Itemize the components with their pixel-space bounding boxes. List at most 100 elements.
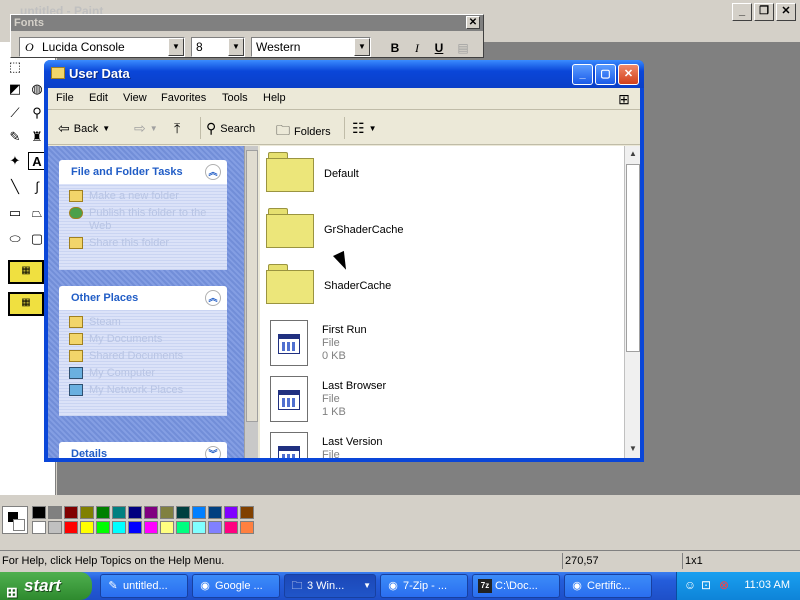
select-tool-icon[interactable]: ⬚	[6, 58, 24, 76]
close-button[interactable]: ✕	[618, 64, 639, 85]
color-swatch[interactable]	[240, 506, 254, 519]
color-swatch[interactable]	[128, 506, 142, 519]
maximize-button[interactable]: ▢	[595, 64, 616, 85]
menu-help[interactable]: Help	[263, 92, 286, 104]
menu-favorites[interactable]: Favorites	[161, 92, 206, 104]
list-item[interactable]: GrShaderCache	[266, 208, 404, 248]
list-item[interactable]: Last Version File	[266, 432, 383, 458]
list-item[interactable]: Default	[266, 152, 359, 192]
chevron-down-icon[interactable]: ▼	[168, 38, 184, 56]
scroll-down-icon[interactable]: ▼	[626, 442, 640, 456]
task-publish-folder[interactable]: Publish this folder to the Web	[69, 207, 217, 233]
color-swatch[interactable]	[32, 506, 46, 519]
views-button[interactable]: ☷ ▼	[352, 120, 376, 137]
task-pane-scroll-thumb[interactable]	[246, 150, 258, 422]
place-shared-documents[interactable]: Shared Documents	[69, 350, 217, 363]
minimize-button[interactable]: _	[572, 64, 593, 85]
task-make-folder[interactable]: Make a new folder	[69, 190, 217, 203]
menu-file[interactable]: File	[56, 92, 74, 104]
forward-button[interactable]: ⇨ ▼	[134, 120, 158, 137]
color-swatch[interactable]	[112, 506, 126, 519]
file-list-scroll-thumb[interactable]	[626, 164, 640, 352]
search-button[interactable]: ⚲ Search	[206, 120, 255, 137]
paint-close-button[interactable]: ✕	[776, 3, 796, 21]
expand-icon[interactable]: ︾	[205, 446, 221, 458]
color-swatch[interactable]	[192, 506, 206, 519]
color-swatch[interactable]	[80, 521, 94, 534]
place-my-documents[interactable]: My Documents	[69, 333, 217, 346]
taskbar-item-paint[interactable]: ✎ untitled...	[100, 574, 188, 598]
back-button[interactable]: ⇦ Back ▼	[58, 120, 110, 137]
color-swatch[interactable]	[208, 506, 222, 519]
color-swatch[interactable]	[48, 506, 62, 519]
taskbar-item-7zip-browser[interactable]: ◉ 7-Zip - ...	[380, 574, 468, 598]
color-swatch[interactable]	[128, 521, 142, 534]
color-swatch[interactable]	[224, 506, 238, 519]
list-item[interactable]: First Run File 0 KB	[266, 320, 367, 366]
menu-edit[interactable]: Edit	[89, 92, 108, 104]
font-name-select[interactable]: O Lucida Console ▼	[19, 37, 185, 57]
place-my-network[interactable]: My Network Places	[69, 384, 217, 397]
font-script-select[interactable]: Western ▼	[251, 37, 371, 57]
folders-button[interactable]: 🗀 Folders	[276, 120, 331, 144]
color-swatch[interactable]	[64, 506, 78, 519]
eyedropper-tool-icon[interactable]: ⟋	[6, 104, 24, 122]
chevron-down-icon[interactable]: ▼	[354, 38, 370, 56]
task-pane-scrollbar[interactable]	[244, 146, 258, 458]
up-folder-button[interactable]: ⤒	[174, 120, 180, 137]
menu-tools[interactable]: Tools	[222, 92, 248, 104]
tray-user-icon[interactable]: ☺	[683, 578, 697, 592]
color-swatch[interactable]	[48, 521, 62, 534]
start-button[interactable]: ⊞ start	[0, 572, 92, 600]
color-swatch[interactable]	[240, 521, 254, 534]
chevron-down-icon[interactable]: ▼	[228, 38, 244, 56]
color-swatch[interactable]	[96, 521, 110, 534]
ellipse-tool-icon[interactable]: ⬭	[6, 230, 24, 248]
explorer-title-bar[interactable]: User Data _ ▢ ✕	[44, 60, 644, 88]
details-header[interactable]: Details ︾	[59, 442, 227, 458]
taskbar-item-windows-group[interactable]: 🗀 3 Win... ▼	[284, 574, 376, 598]
color-swatch[interactable]	[144, 506, 158, 519]
color-swatch[interactable]	[160, 506, 174, 519]
taskbar-item-certificate[interactable]: ◉ Certific...	[564, 574, 652, 598]
collapse-icon[interactable]: ︽	[205, 164, 221, 180]
color-swatch[interactable]	[192, 521, 206, 534]
taskbar-item-7zip[interactable]: 7z C:\Doc...	[472, 574, 560, 598]
other-places-header[interactable]: Other Places ︽	[59, 286, 227, 310]
paint-maximize-button[interactable]: ❐	[754, 3, 774, 21]
font-size-select[interactable]: 8 ▼	[191, 37, 245, 57]
scroll-up-icon[interactable]: ▲	[626, 147, 640, 161]
collapse-icon[interactable]: ︽	[205, 290, 221, 306]
tray-security-alert-icon[interactable]: ⊗	[717, 578, 731, 592]
pencil-tool-icon[interactable]: ✎	[6, 128, 24, 146]
clock[interactable]: 11:03 AM	[744, 579, 790, 591]
eraser-tool-icon[interactable]: ◩	[6, 80, 24, 98]
color-swatch[interactable]	[208, 521, 222, 534]
color-swatch[interactable]	[224, 521, 238, 534]
paint-minimize-button[interactable]: _	[732, 3, 752, 21]
tray-network-icon[interactable]: ⊡	[699, 578, 713, 592]
rectangle-tool-icon[interactable]: ▭	[6, 204, 24, 222]
list-item[interactable]: ShaderCache	[266, 264, 391, 304]
underline-button[interactable]: U	[429, 39, 449, 57]
file-folder-tasks-header[interactable]: File and Folder Tasks ︽	[59, 160, 227, 184]
fonts-close-button[interactable]: ✕	[466, 16, 480, 29]
app-shortcut-icon[interactable]: ▦	[8, 292, 44, 316]
vertical-text-icon[interactable]: ▤	[453, 39, 473, 57]
color-swatch[interactable]	[80, 506, 94, 519]
color-swatch[interactable]	[32, 521, 46, 534]
taskbar-item-google[interactable]: ◉ Google ...	[192, 574, 280, 598]
color-swatch[interactable]	[144, 521, 158, 534]
color-swatch[interactable]	[176, 506, 190, 519]
color-swatch[interactable]	[176, 521, 190, 534]
color-swatch[interactable]	[160, 521, 174, 534]
menu-view[interactable]: View	[123, 92, 147, 104]
color-swatch[interactable]	[64, 521, 78, 534]
airbrush-tool-icon[interactable]: ✦	[6, 152, 24, 170]
file-list-scrollbar[interactable]: ▲ ▼	[624, 146, 640, 458]
list-item[interactable]: Last Browser File 1 KB	[266, 376, 386, 422]
app-shortcut-icon[interactable]: ▦	[8, 260, 44, 284]
color-swatch[interactable]	[96, 506, 110, 519]
place-my-computer[interactable]: My Computer	[69, 367, 217, 380]
italic-button[interactable]: I	[407, 39, 427, 57]
